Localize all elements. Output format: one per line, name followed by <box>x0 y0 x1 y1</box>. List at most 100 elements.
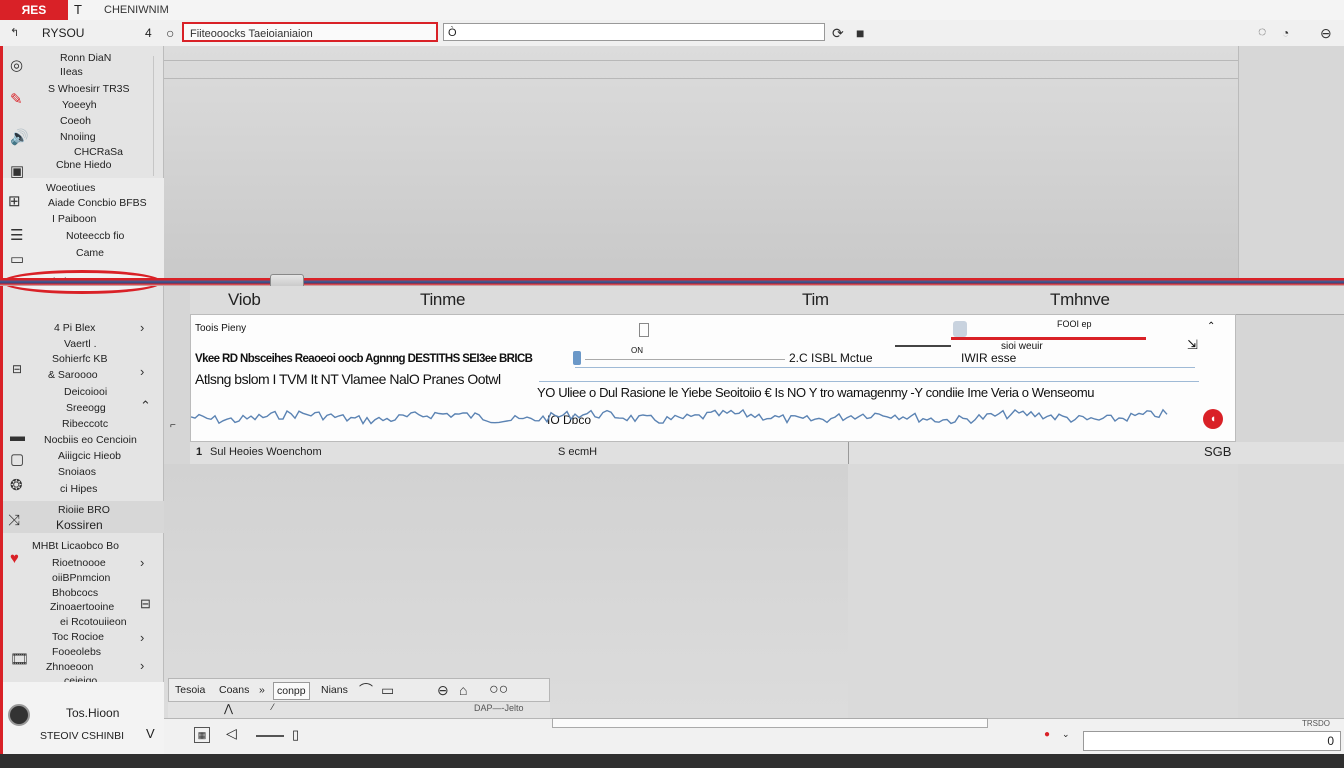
pin-icon[interactable]: ⋀ <box>224 702 233 715</box>
sidebar-item[interactable]: Fooeolebs <box>52 646 101 658</box>
bin-tab[interactable]: Nians <box>321 679 348 701</box>
pen-icon[interactable]: ✎ <box>10 90 23 108</box>
refresh-icon[interactable]: ⟳ <box>832 20 844 46</box>
mixer-icon[interactable]: ⊞ <box>8 192 21 210</box>
chevron-right-icon[interactable]: › <box>140 320 144 335</box>
rewind-icon[interactable]: ◁ <box>226 725 237 742</box>
chevron-right-icon[interactable]: › <box>140 658 144 673</box>
sidebar-item[interactable]: Rioetnoooe <box>52 557 106 569</box>
chevron-icon[interactable]: ⌄ <box>1062 729 1070 740</box>
sidebar-item[interactable]: Toc Rocioe <box>52 631 104 643</box>
project-name-field[interactable]: Fiiteooocks Taeioianiaion <box>182 22 438 42</box>
record-button[interactable]: ◖ <box>1203 409 1223 429</box>
sidebar-item[interactable]: Ronn DiaN <box>60 52 111 64</box>
marker-end-icon[interactable]: ⇲ <box>1187 337 1198 353</box>
column-video[interactable]: Viob <box>228 286 261 314</box>
sidebar-item[interactable]: S Whoesirr TR3S <box>48 83 130 95</box>
sidebar-item[interactable]: 4 Pi Blex <box>54 322 95 334</box>
chevron-right-icon[interactable]: › <box>140 555 144 570</box>
clock-icon[interactable]: ⊖ <box>437 679 449 701</box>
audio-icon[interactable]: 🔊 <box>10 128 29 146</box>
sidebar-item[interactable]: Zhnoeoon <box>46 661 93 673</box>
clip-title-1[interactable]: Vkee RD Nbsceihes Reaoeoi oocb Agnnng DE… <box>195 353 533 365</box>
sidebar-item[interactable]: Sreeogg <box>66 402 106 414</box>
heart-icon[interactable]: ♥ <box>10 550 19 567</box>
sidebar-item[interactable]: Nocbiis eo Cencioin <box>44 434 137 446</box>
battery-icon[interactable]: ▭ <box>381 679 394 701</box>
timecode-input[interactable]: 0 <box>1083 731 1341 751</box>
stop-icon[interactable]: ■ <box>856 20 864 46</box>
sidebar-item[interactable]: Ribeccotc <box>62 418 108 430</box>
volume-icon[interactable]: ▯ <box>292 727 299 743</box>
text-tool-icon[interactable]: T <box>74 0 82 20</box>
sort-icon[interactable]: ⁄ <box>272 702 274 712</box>
volume-slider[interactable] <box>256 735 284 737</box>
sidebar-item[interactable]: Coeoh <box>60 115 91 127</box>
column-timeline[interactable]: Tinme <box>420 286 465 314</box>
playhead-icon[interactable] <box>573 351 581 365</box>
grid-icon[interactable]: ⊟ <box>12 362 22 376</box>
help-icon[interactable]: ◌ <box>1258 18 1266 44</box>
sidebar-item[interactable]: IIeas <box>60 66 83 78</box>
settings-icon[interactable]: ◔ <box>1282 20 1289 46</box>
bin-tab[interactable]: » <box>259 679 265 701</box>
circle-icon[interactable]: ○ <box>166 20 174 46</box>
bin-tab-active[interactable]: conpp <box>273 682 310 700</box>
in-out-marker[interactable] <box>951 337 1146 340</box>
comment-icon[interactable]: ▭ <box>10 250 24 268</box>
sidebar-item[interactable]: Deicoiooi <box>64 386 107 398</box>
bin-tab[interactable]: Tesoia <box>175 679 205 701</box>
marker-flag-icon[interactable] <box>953 321 967 337</box>
sidebar-item[interactable]: Kossiren <box>56 518 103 532</box>
sidebar-item[interactable]: Bhobcocs <box>52 587 98 599</box>
timeline-panel[interactable]: Toois Pieny ON FOOI ep ⌃ sioi weuir ⇲ Vk… <box>190 314 1236 442</box>
column-thumbnail[interactable]: Tmhnve <box>1050 286 1110 314</box>
bin-tab[interactable]: Coans <box>219 679 249 701</box>
sidebar-item[interactable]: Came <box>76 247 104 259</box>
sidebar-item[interactable]: CHCRaSa <box>74 146 123 158</box>
chevron-up-icon[interactable]: ⌃ <box>1207 321 1215 332</box>
track-lock-icon[interactable]: ⌐ <box>170 420 176 431</box>
chevron-right-icon[interactable]: › <box>140 364 144 379</box>
workspace-label[interactable]: RYSOU <box>42 20 84 46</box>
sidebar-item[interactable]: Snoiaos <box>58 466 96 478</box>
sidebar-item[interactable]: Noteeccb fio <box>66 230 124 242</box>
list-icon[interactable]: ☰ <box>10 226 23 244</box>
lock-icon[interactable]: ⌂ <box>459 679 467 701</box>
sidebar-item[interactable]: ci Hipes <box>60 483 97 495</box>
sidebar-item[interactable]: Nnoiing <box>60 131 96 143</box>
audio-waveform[interactable] <box>191 403 1171 431</box>
crop-icon[interactable]: ⌒ <box>359 679 373 701</box>
image-icon[interactable]: ▣ <box>10 162 24 180</box>
frame-icon[interactable]: ▢ <box>10 450 24 468</box>
radio-icon[interactable]: ◎ <box>10 56 23 74</box>
sidebar-item[interactable]: ei Rcotouiieon <box>60 616 127 628</box>
sidebar-item[interactable]: Cbne Hiedo <box>56 159 111 171</box>
sidebar-item[interactable]: Aiiigcic Hieob <box>58 450 121 462</box>
clip-title-2[interactable]: Atlsng bslom I TVM It NT Vlamee NalO Pra… <box>195 371 501 387</box>
sidebar-item[interactable]: oiiBPnmcion <box>52 572 110 584</box>
user-menu-chevron[interactable]: V <box>146 726 155 741</box>
column-trim[interactable]: Tim <box>802 286 829 314</box>
view-toggle-icon[interactable]: ○○ <box>489 679 508 701</box>
app-logo[interactable]: ЯEЅ <box>0 0 68 20</box>
playhead-track[interactable] <box>0 278 1344 286</box>
sidebar-item[interactable]: MHBt Licaobco Bo <box>32 540 119 552</box>
chevron-up-icon[interactable]: ⌃ <box>140 398 151 414</box>
clip-icon[interactable] <box>639 323 649 337</box>
chevron-right-icon[interactable]: › <box>140 630 144 645</box>
sidebar-item[interactable]: Vaertl . <box>64 338 96 350</box>
back-icon[interactable]: ↰ <box>10 20 19 46</box>
avatar[interactable] <box>8 704 30 726</box>
sidebar-item[interactable]: Rioiie BRO <box>58 504 110 516</box>
sidebar-item[interactable]: Zinoaertooine <box>50 601 114 613</box>
sidebar-item[interactable]: Yoeeyh <box>62 99 97 111</box>
close-icon[interactable]: ⊖ <box>1320 20 1332 46</box>
snapshot-icon[interactable]: ▦ <box>194 727 210 743</box>
sidebar-item[interactable]: Woeotiues <box>46 182 95 194</box>
sidebar-item[interactable]: Aiade Concbio BFBS <box>48 197 147 209</box>
transition-icon[interactable]: ⤨ <box>8 512 20 529</box>
clip-title-3[interactable]: YO Uliee o Dul Rasione le Yiebe Seoitoii… <box>537 385 1095 400</box>
record-indicator-icon[interactable]: ● <box>1044 729 1050 740</box>
search-input[interactable]: Ò <box>443 23 825 41</box>
